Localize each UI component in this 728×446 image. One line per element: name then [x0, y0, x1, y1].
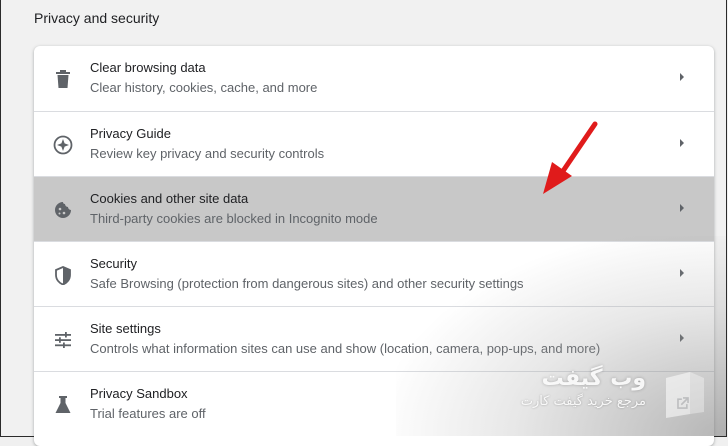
row-site-settings[interactable]: Site settings Controls what information …	[34, 306, 714, 371]
row-subtitle: Review key privacy and security controls	[90, 146, 325, 161]
sliders-icon	[52, 329, 74, 351]
section-title: Privacy and security	[34, 10, 160, 26]
watermark-tagline: مرجع خرید گیفت کارت	[520, 394, 646, 409]
row-subtitle: Safe Browsing (protection from dangerous…	[90, 276, 524, 291]
chevron-right-icon	[680, 73, 684, 81]
row-privacy-guide[interactable]: Privacy Guide Review key privacy and sec…	[34, 111, 714, 176]
row-title: Privacy Sandbox	[90, 386, 188, 401]
row-security[interactable]: Security Safe Browsing (protection from …	[34, 241, 714, 306]
chevron-right-icon	[680, 204, 684, 212]
cookie-icon	[52, 199, 74, 221]
chevron-right-icon	[680, 269, 684, 277]
row-title: Site settings	[90, 321, 161, 336]
row-cookies[interactable]: Cookies and other site data Third-party …	[34, 176, 714, 241]
watermark: وب گیفت مرجع خرید گیفت کارت	[496, 366, 716, 422]
row-clear-browsing-data[interactable]: Clear browsing data Clear history, cooki…	[34, 46, 714, 111]
row-title: Clear browsing data	[90, 60, 206, 75]
watermark-logo-icon	[666, 372, 704, 418]
shield-icon	[52, 264, 74, 286]
settings-page: Privacy and security Clear browsing data…	[0, 0, 727, 446]
chevron-right-icon	[680, 334, 684, 342]
row-title: Privacy Guide	[90, 126, 171, 141]
row-subtitle: Trial features are off	[90, 406, 206, 421]
row-title: Cookies and other site data	[90, 191, 249, 206]
trash-icon	[52, 68, 74, 90]
chevron-right-icon	[680, 139, 684, 147]
flask-icon	[52, 394, 74, 416]
row-subtitle: Clear history, cookies, cache, and more	[90, 80, 318, 95]
row-title: Security	[90, 256, 137, 271]
row-subtitle: Controls what information sites can use …	[90, 341, 601, 356]
row-subtitle: Third-party cookies are blocked in Incog…	[90, 211, 378, 226]
watermark-logo-text: وب گیفت	[541, 366, 646, 391]
compass-icon	[52, 134, 74, 156]
annotation-arrow	[543, 121, 598, 194]
